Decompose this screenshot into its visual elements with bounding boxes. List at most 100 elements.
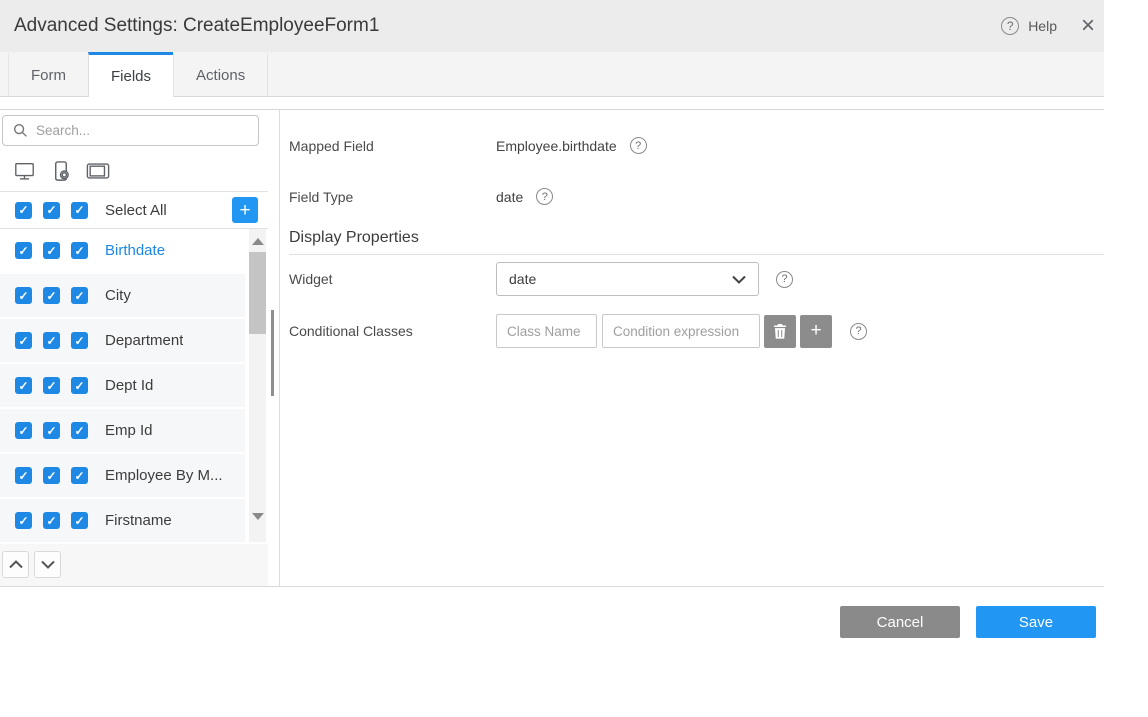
field-type-label: Field Type bbox=[289, 189, 496, 205]
checkbox-desktop[interactable] bbox=[15, 512, 32, 529]
dialog-footer: Cancel Save bbox=[0, 586, 1104, 657]
checkbox-mobile[interactable] bbox=[43, 422, 60, 439]
page-background: Advanced Settings: CreateEmployeeForm1 H… bbox=[0, 0, 1148, 717]
scroll-down-arrow-icon[interactable] bbox=[252, 513, 264, 520]
condition-expression-input[interactable] bbox=[602, 314, 760, 348]
list-item-dept-id[interactable]: Dept Id bbox=[0, 364, 245, 409]
mapped-field-row: Mapped Field Employee.birthdate bbox=[289, 137, 1104, 154]
save-button[interactable]: Save bbox=[976, 606, 1096, 638]
trash-icon bbox=[773, 324, 787, 339]
search-icon bbox=[13, 123, 28, 138]
list-item-city[interactable]: City bbox=[0, 274, 245, 319]
list-item-firstname[interactable]: Firstname bbox=[0, 499, 245, 544]
list-item-department[interactable]: Department bbox=[0, 319, 245, 364]
tab-bar: Form Fields Actions bbox=[0, 52, 1104, 97]
tab-fields[interactable]: Fields bbox=[88, 52, 174, 97]
checkbox-tablet[interactable] bbox=[71, 377, 88, 394]
conditional-classes-help-icon[interactable] bbox=[850, 323, 867, 340]
tab-content-gap bbox=[0, 97, 1104, 109]
panel-splitter[interactable] bbox=[268, 110, 280, 586]
desktop-icon[interactable] bbox=[13, 160, 36, 182]
advanced-settings-dialog: Advanced Settings: CreateEmployeeForm1 H… bbox=[0, 0, 1104, 657]
widget-label: Widget bbox=[289, 271, 496, 287]
add-condition-button[interactable]: + bbox=[800, 315, 832, 348]
display-properties-heading: Display Properties bbox=[289, 229, 1104, 255]
help-link[interactable]: Help bbox=[1028, 18, 1057, 34]
field-label[interactable]: Employee By M... bbox=[105, 467, 223, 484]
fields-sidebar: Select All + Birthdate City bbox=[0, 110, 268, 586]
field-label[interactable]: City bbox=[105, 287, 131, 304]
checkbox-desktop[interactable] bbox=[15, 467, 32, 484]
checkbox-tablet[interactable] bbox=[71, 422, 88, 439]
chevron-down-icon bbox=[732, 275, 746, 284]
fields-tab-content: Select All + Birthdate City bbox=[0, 109, 1104, 586]
reorder-buttons bbox=[0, 544, 268, 586]
delete-condition-button[interactable] bbox=[764, 315, 796, 348]
tab-form[interactable]: Form bbox=[8, 52, 89, 96]
checkbox-mobile[interactable] bbox=[43, 377, 60, 394]
checkbox-desktop[interactable] bbox=[15, 332, 32, 349]
checkbox-desktop[interactable] bbox=[15, 422, 32, 439]
widget-select-value: date bbox=[509, 271, 536, 287]
close-icon[interactable]: × bbox=[1081, 14, 1095, 38]
checkbox-tablet[interactable] bbox=[71, 242, 88, 259]
mapped-field-help-icon[interactable] bbox=[630, 137, 647, 154]
list-scrollbar[interactable] bbox=[249, 229, 266, 542]
select-all-checkbox-tablet[interactable] bbox=[71, 202, 88, 219]
help-icon[interactable] bbox=[1001, 17, 1019, 35]
checkbox-desktop[interactable] bbox=[15, 242, 32, 259]
field-label[interactable]: Emp Id bbox=[105, 422, 153, 439]
list-item-birthdate[interactable]: Birthdate bbox=[0, 229, 245, 274]
dialog-title: Advanced Settings: CreateEmployeeForm1 bbox=[0, 15, 1001, 37]
checkbox-tablet[interactable] bbox=[71, 287, 88, 304]
checkbox-desktop[interactable] bbox=[15, 287, 32, 304]
device-toggle-row bbox=[0, 151, 268, 192]
move-down-button[interactable] bbox=[34, 551, 61, 578]
tab-actions[interactable]: Actions bbox=[173, 52, 268, 96]
tablet-icon[interactable] bbox=[86, 161, 110, 181]
outer-scrollbar-thumb[interactable] bbox=[271, 310, 274, 396]
select-all-row: Select All + bbox=[0, 192, 268, 229]
dialog-titlebar: Advanced Settings: CreateEmployeeForm1 H… bbox=[0, 0, 1104, 52]
field-type-row: Field Type date bbox=[289, 188, 1104, 205]
list-item-employee-by-m[interactable]: Employee By M... bbox=[0, 454, 245, 499]
conditional-classes-row: Conditional Classes + bbox=[289, 314, 1104, 348]
field-label[interactable]: Department bbox=[105, 332, 183, 349]
class-name-input[interactable] bbox=[496, 314, 597, 348]
checkbox-tablet[interactable] bbox=[71, 512, 88, 529]
field-type-value: date bbox=[496, 189, 523, 205]
checkbox-mobile[interactable] bbox=[43, 332, 60, 349]
field-properties-panel: Mapped Field Employee.birthdate Field Ty… bbox=[280, 110, 1104, 586]
select-all-checkbox-mobile[interactable] bbox=[43, 202, 60, 219]
chevron-down-icon bbox=[41, 560, 55, 569]
widget-select[interactable]: date bbox=[496, 262, 759, 296]
checkbox-desktop[interactable] bbox=[15, 377, 32, 394]
checkbox-mobile[interactable] bbox=[43, 242, 60, 259]
checkbox-mobile[interactable] bbox=[43, 287, 60, 304]
select-all-checkbox-desktop[interactable] bbox=[15, 202, 32, 219]
scroll-up-arrow-icon[interactable] bbox=[252, 238, 264, 245]
scrollbar-thumb[interactable] bbox=[249, 252, 266, 334]
search-input[interactable] bbox=[36, 123, 226, 138]
mapped-field-label: Mapped Field bbox=[289, 138, 496, 154]
move-up-button[interactable] bbox=[2, 551, 29, 578]
checkbox-mobile[interactable] bbox=[43, 467, 60, 484]
select-all-label: Select All bbox=[105, 202, 167, 219]
field-type-help-icon[interactable] bbox=[536, 188, 553, 205]
field-label[interactable]: Birthdate bbox=[105, 242, 165, 259]
checkbox-tablet[interactable] bbox=[71, 467, 88, 484]
checkbox-tablet[interactable] bbox=[71, 332, 88, 349]
widget-help-icon[interactable] bbox=[776, 271, 793, 288]
field-label[interactable]: Dept Id bbox=[105, 377, 153, 394]
field-label[interactable]: Firstname bbox=[105, 512, 172, 529]
checkbox-mobile[interactable] bbox=[43, 512, 60, 529]
conditional-classes-label: Conditional Classes bbox=[289, 323, 496, 339]
chevron-up-icon bbox=[9, 560, 23, 569]
search-box[interactable] bbox=[2, 115, 259, 146]
mobile-icon[interactable] bbox=[51, 160, 71, 183]
widget-row: Widget date bbox=[289, 262, 1104, 296]
list-item-emp-id[interactable]: Emp Id bbox=[0, 409, 245, 454]
field-list: Birthdate City Department bbox=[0, 229, 268, 544]
add-field-button[interactable]: + bbox=[232, 197, 258, 223]
cancel-button[interactable]: Cancel bbox=[840, 606, 960, 638]
